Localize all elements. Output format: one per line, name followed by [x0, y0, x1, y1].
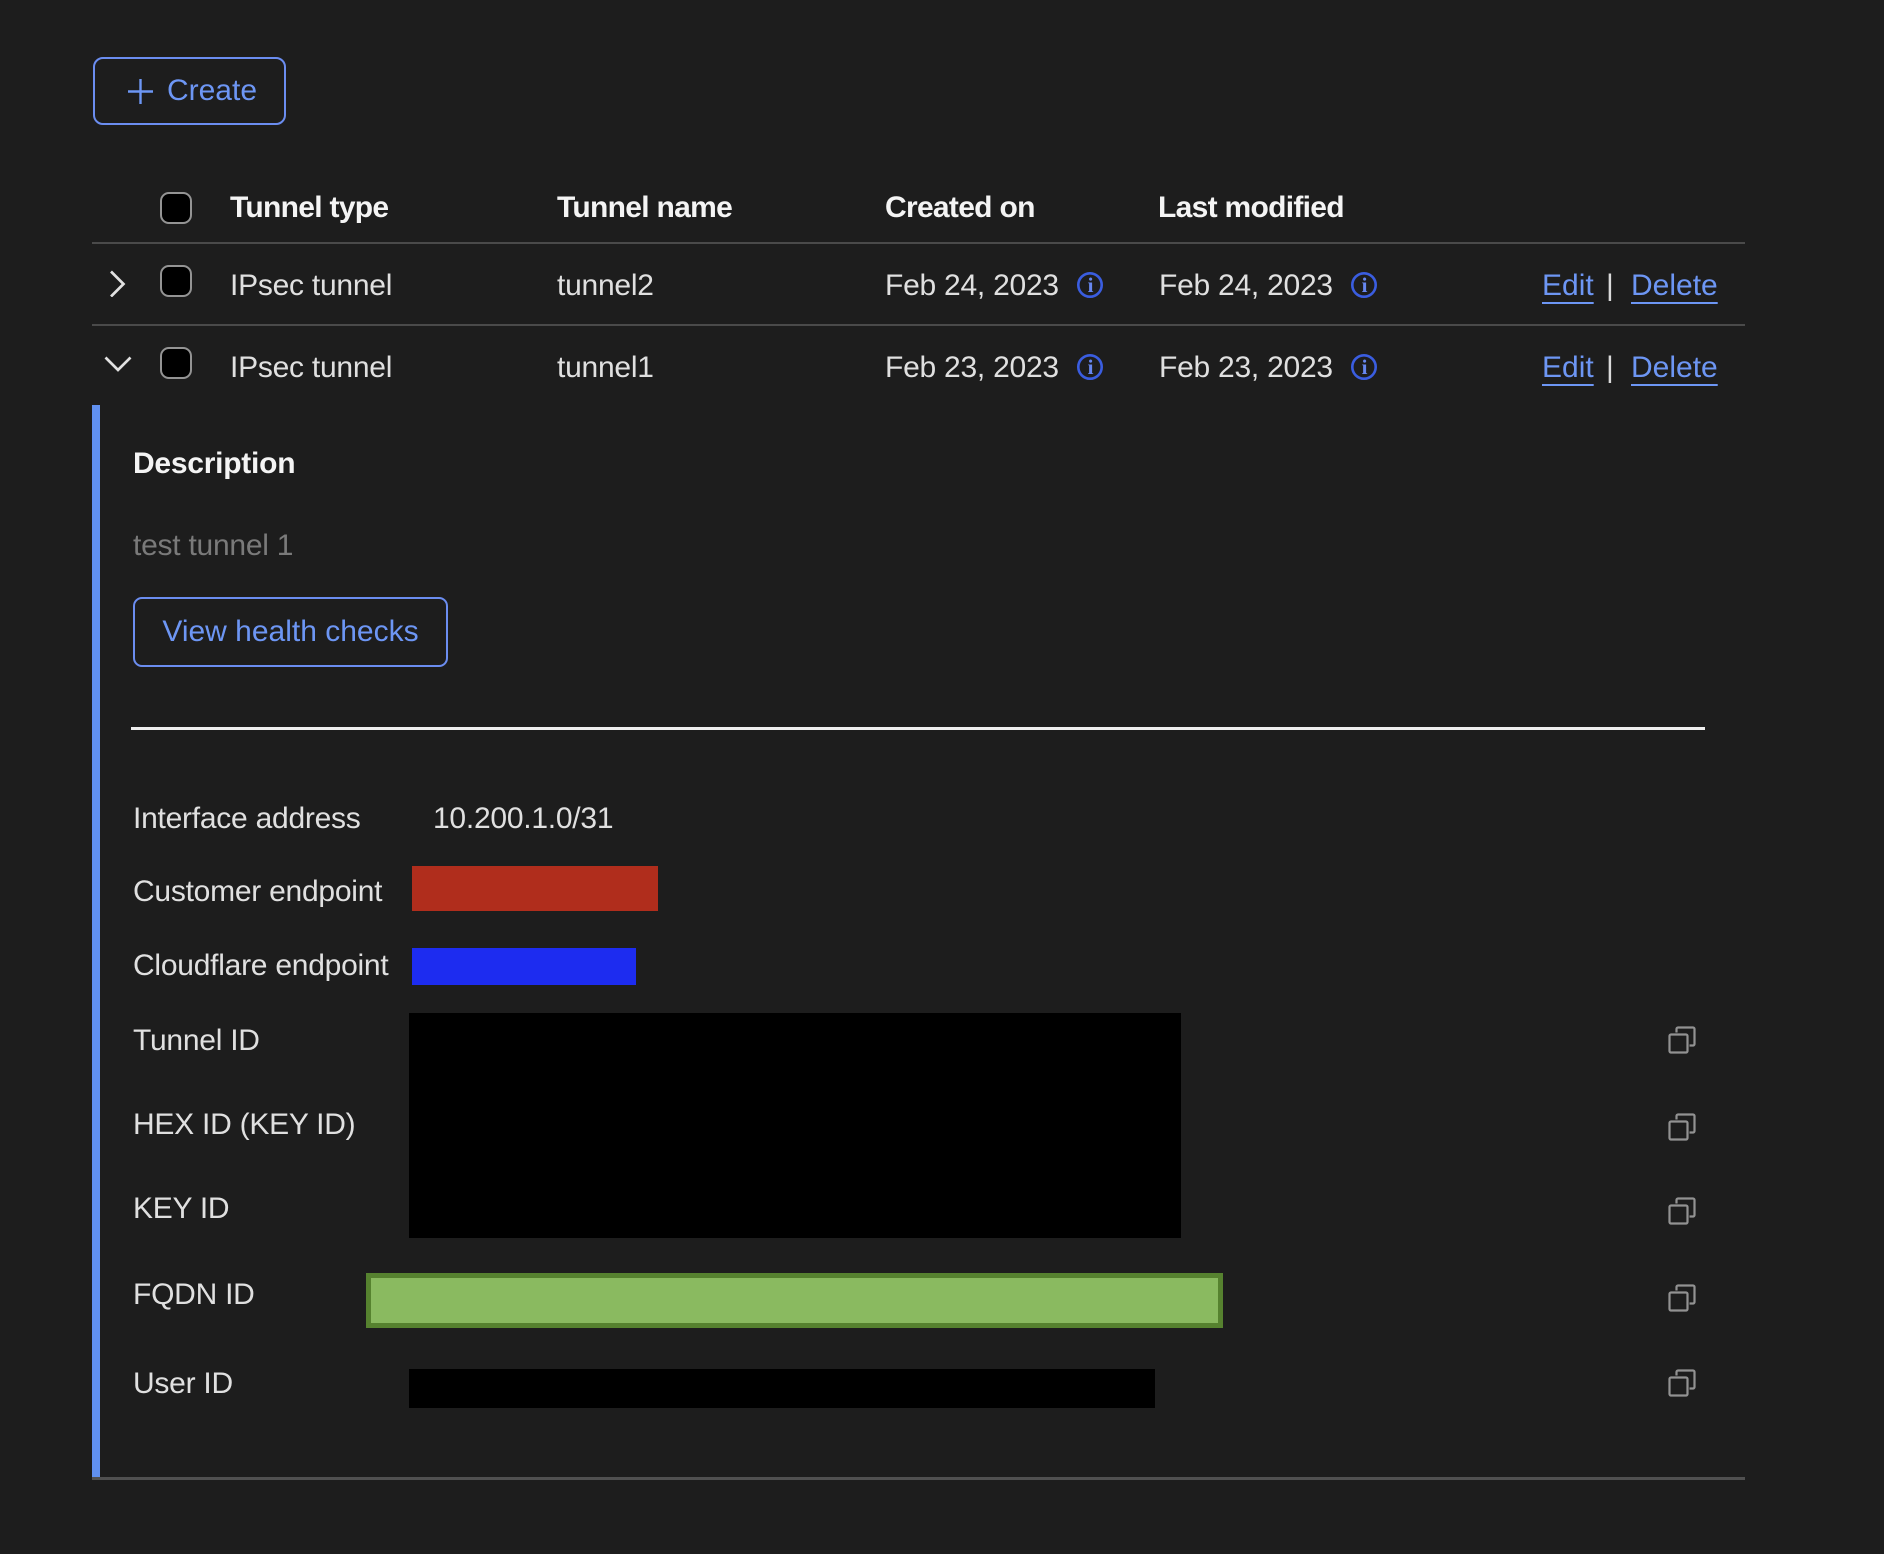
svg-text:i: i — [1362, 273, 1368, 297]
svg-text:i: i — [1362, 355, 1368, 379]
svg-text:i: i — [1088, 273, 1094, 297]
svg-text:i: i — [1088, 355, 1094, 379]
